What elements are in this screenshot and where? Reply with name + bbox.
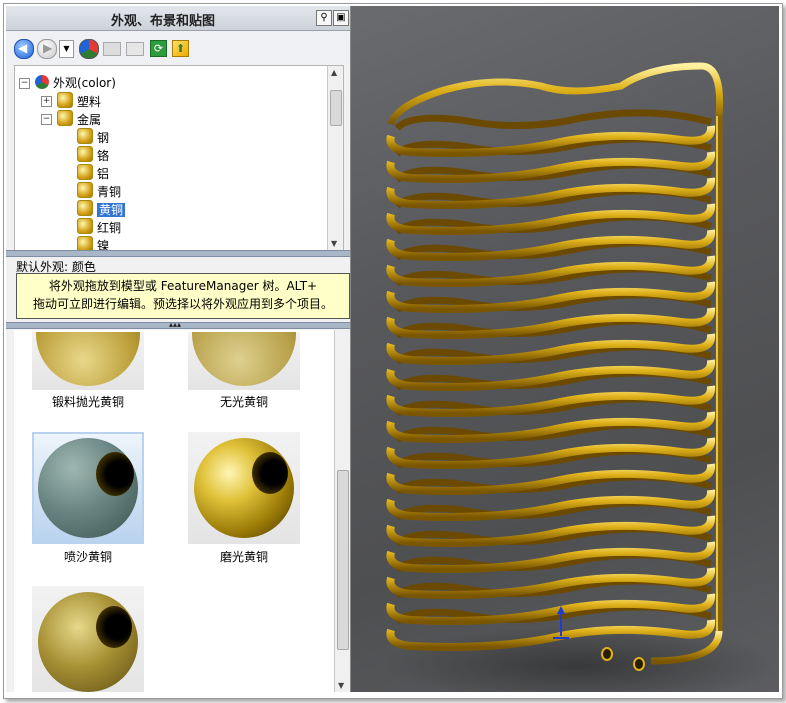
- drag-tooltip: 将外观拖放到模型或 FeatureManager 树。ALT+ 拖动可立即进行编…: [16, 273, 350, 319]
- pin-icon[interactable]: ⚲: [316, 10, 332, 26]
- tree-item-label: 塑料: [77, 95, 102, 109]
- scroll-down-icon[interactable]: ▼: [338, 681, 344, 690]
- material-icon: [77, 218, 93, 234]
- splitter-grip-icon: ▴▴▴: [169, 320, 182, 329]
- brass-coil-model[interactable]: [351, 6, 779, 692]
- appearance-tree: − 外观(color) + 塑料 − 金属 钢 铬 铝 青铜 黄铜 红铜 镍 ▲…: [14, 65, 344, 251]
- folder-icon[interactable]: [126, 42, 144, 56]
- tree-item-label: 钢: [97, 131, 110, 145]
- folder-material-icon: [57, 110, 73, 126]
- tree-item-label: 红铜: [97, 221, 122, 235]
- tree-item-chrome[interactable]: 铬: [77, 146, 109, 164]
- gallery-scrollbar[interactable]: ▼: [334, 330, 350, 692]
- gallery-scroll-thumb[interactable]: [337, 470, 349, 650]
- material-icon: [77, 182, 93, 198]
- tree-scroll-thumb[interactable]: [330, 90, 342, 126]
- coil-back-rung: [394, 109, 712, 131]
- gallery-item-sandblasted-brass[interactable]: [32, 432, 144, 544]
- tree-item-label: 金属: [77, 113, 102, 127]
- tree-item-aluminum[interactable]: 铝: [77, 164, 109, 182]
- dock-icon[interactable]: ▣: [333, 10, 349, 26]
- tree-item-label: 铝: [97, 167, 110, 181]
- tree-item-root[interactable]: 外观(color): [35, 74, 116, 92]
- gallery-caption: 喷沙黄铜: [63, 550, 112, 564]
- tree-item-steel[interactable]: 钢: [77, 128, 109, 146]
- tree-item-label: 铬: [97, 149, 110, 163]
- material-icon: [77, 164, 93, 180]
- tree-item-nickel[interactable]: 镍: [77, 236, 109, 250]
- gallery-item-polished-brass[interactable]: [188, 432, 300, 544]
- tree-item-plastic[interactable]: 塑料: [57, 92, 101, 110]
- brass-sphere-thumbnail: [36, 332, 140, 386]
- collapse-metal-icon[interactable]: −: [41, 114, 52, 125]
- material-icon: [77, 200, 93, 216]
- graphics-viewport[interactable]: [351, 6, 779, 692]
- gallery-caption: 无光黄铜: [219, 395, 268, 409]
- appearance-gallery: 锻料抛光黄铜 无光黄铜 喷沙黄铜 磨光黄铜 ▼: [14, 330, 350, 692]
- tree-item-label: 外观(color): [53, 76, 116, 90]
- forward-icon[interactable]: ▶: [37, 39, 57, 59]
- brass-sphere-thumbnail: [192, 332, 296, 386]
- tree-scrollbar[interactable]: ▲ ▼: [327, 66, 343, 250]
- tree-item-copper[interactable]: 红铜: [77, 218, 121, 236]
- tree-item-metal[interactable]: 金属: [57, 110, 101, 128]
- gallery-splitter[interactable]: ▴▴▴: [6, 320, 350, 329]
- dropdown-icon[interactable]: ▼: [59, 40, 74, 58]
- gallery-caption: 磨光黄铜: [219, 550, 268, 564]
- material-icon: [77, 236, 93, 250]
- refresh-icon[interactable]: ⟳: [150, 40, 167, 57]
- export-icon[interactable]: ⬆: [172, 40, 189, 57]
- pane-toolbar: ◀ ▶ ▼ ⟳ ⬆: [6, 31, 350, 65]
- tree-item-brass[interactable]: 黄铜: [77, 200, 126, 218]
- appearance-icon[interactable]: [79, 39, 99, 59]
- scroll-down-icon[interactable]: ▼: [331, 239, 337, 248]
- gallery-item-textured-brass[interactable]: [32, 586, 144, 692]
- tooltip-line: 拖动可立即进行编辑。预选择以将外观应用到多个项目。: [32, 297, 333, 311]
- sphere-hole: [96, 452, 134, 496]
- appearance-icon: [35, 75, 49, 89]
- sphere-hole: [252, 452, 288, 494]
- tube-end-opening: [601, 647, 613, 661]
- tree-item-bronze[interactable]: 青铜: [77, 182, 121, 200]
- pane-title: 外观、布景和贴图: [110, 14, 215, 29]
- scroll-up-icon[interactable]: ▲: [331, 68, 337, 77]
- pane-splitter[interactable]: [6, 250, 350, 257]
- tooltip-line: 将外观拖放到模型或 FeatureManager 树。ALT+: [48, 279, 318, 293]
- material-icon: [77, 146, 93, 162]
- sphere-hole: [96, 606, 132, 648]
- material-icon: [77, 128, 93, 144]
- gallery-item-forged-polished-brass[interactable]: [32, 332, 144, 390]
- gallery-item-matte-brass[interactable]: [188, 332, 300, 390]
- appearances-task-pane: 外观、布景和贴图 ⚲ ▣ ◀ ▶ ▼ ⟳ ⬆ − 外观(color) + 塑料 …: [6, 6, 351, 692]
- collapse-root-icon[interactable]: −: [19, 78, 30, 89]
- open-folder-icon[interactable]: [103, 42, 121, 56]
- tube-end-opening: [633, 657, 645, 671]
- pane-titlebar: 外观、布景和贴图 ⚲ ▣: [6, 6, 350, 31]
- tree-item-label: 青铜: [97, 185, 122, 199]
- expand-plastic-icon[interactable]: +: [41, 96, 52, 107]
- gallery-caption: 锻料抛光黄铜: [51, 395, 124, 409]
- back-icon[interactable]: ◀: [14, 39, 34, 59]
- folder-material-icon: [57, 92, 73, 108]
- tree-item-label-selected: 黄铜: [97, 203, 126, 217]
